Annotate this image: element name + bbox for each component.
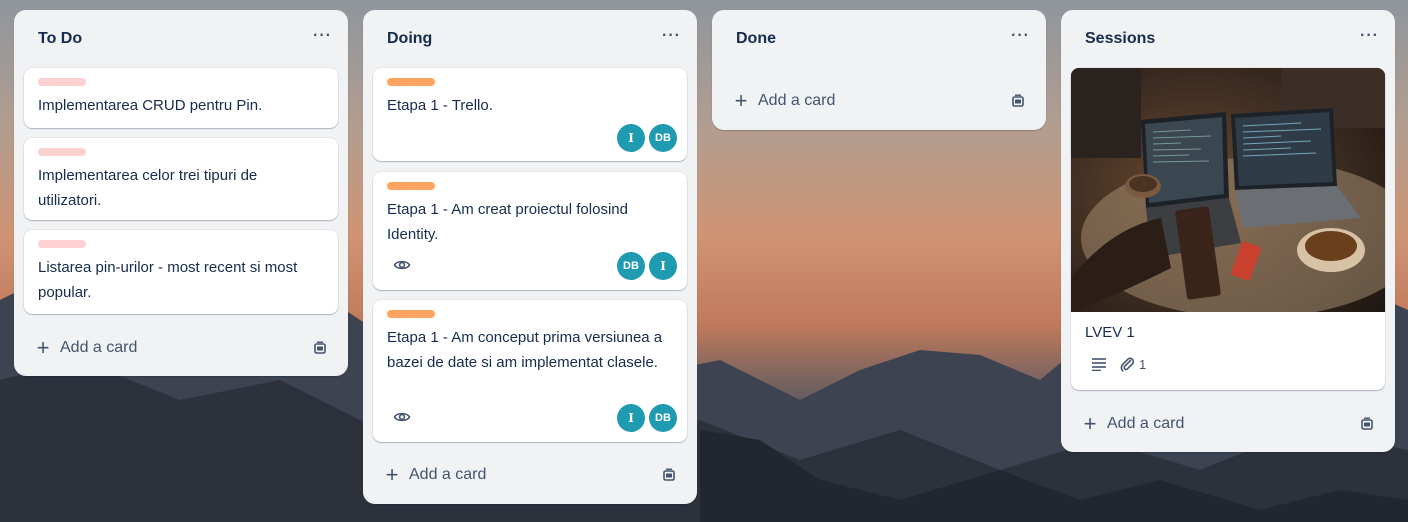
card-badges: 1 [1091,356,1146,372]
add-card-label: Add a card [60,339,138,356]
avatar[interactable]: DB [649,404,677,432]
card-title: Etapa 1 - Am creat proiectul folosind Id… [387,201,628,243]
card-label[interactable] [38,240,86,248]
card-cover-image [1071,68,1385,312]
card-template-icon[interactable] [1359,416,1375,432]
avatar[interactable]: I [617,124,645,152]
card[interactable]: Listarea pin-urilor - most recent si mos… [24,230,338,314]
ellipsis-icon[interactable]: ··· [1011,28,1030,50]
card-template-icon[interactable] [661,467,677,483]
list-done: Done ··· + Add a card [712,10,1046,130]
list-todo: To Do ··· Implementarea CRUD pentru Pin.… [14,10,348,376]
avatar[interactable]: DB [649,124,677,152]
list-title[interactable]: Done [736,30,776,48]
list-header: Doing ··· [363,10,697,68]
eye-icon [393,412,411,422]
add-card-button[interactable]: + Add a card [732,88,836,113]
card[interactable]: Implementarea celor trei tipuri de utili… [24,138,338,220]
attachment-badge: 1 [1119,356,1146,372]
card-label[interactable] [387,78,435,86]
card[interactable]: Etapa 1 - Trello. I DB [373,68,687,161]
card-title: Etapa 1 - Trello. [387,97,493,114]
card-title: Etapa 1 - Am conceput prima versiunea a … [387,329,663,371]
list-doing: Doing ··· Etapa 1 - Trello. I DB Etapa 1… [363,10,697,504]
add-card-row: + Add a card [34,334,328,362]
card-template-icon[interactable] [312,340,328,356]
add-card-button[interactable]: + Add a card [383,462,487,487]
list-title[interactable]: Sessions [1085,30,1155,48]
add-card-button[interactable]: + Add a card [1081,411,1185,436]
card-members: I DB [617,124,677,152]
list-title[interactable]: Doing [387,30,432,48]
ellipsis-icon[interactable]: ··· [313,28,332,50]
card[interactable]: LVEV 1 1 [1071,68,1385,390]
avatar[interactable]: DB [617,252,645,280]
card[interactable]: Etapa 1 - Am creat proiectul folosind Id… [373,172,687,290]
card-label[interactable] [387,182,435,190]
avatar[interactable]: I [617,404,645,432]
plus-icon: + [734,88,748,113]
list-header: Done ··· [712,10,1046,68]
add-card-label: Add a card [409,466,487,483]
plus-icon: + [385,462,399,487]
card-template-icon[interactable] [1010,93,1026,109]
add-card-row: + Add a card [383,461,677,489]
board: To Do ··· Implementarea CRUD pentru Pin.… [0,0,1408,522]
ellipsis-icon[interactable]: ··· [1360,28,1379,50]
card-members: I DB [617,404,677,432]
card-label[interactable] [387,310,435,318]
card[interactable]: Implementarea CRUD pentru Pin. [24,68,338,128]
description-lines-icon [1092,358,1106,371]
list-header: To Do ··· [14,10,348,68]
add-card-button[interactable]: + Add a card [34,335,138,360]
plus-icon: + [1083,411,1097,436]
card-title: Implementarea celor trei tipuri de utili… [38,167,258,209]
plus-icon: + [36,335,50,360]
avatar[interactable]: I [649,252,677,280]
card[interactable]: Etapa 1 - Am conceput prima versiunea a … [373,300,687,442]
card-label[interactable] [38,78,86,86]
eye-icon [393,260,411,270]
card-label[interactable] [38,148,86,156]
add-card-label: Add a card [1107,415,1185,432]
card-title: Listarea pin-urilor - most recent si mos… [38,259,298,301]
paperclip-icon [1120,357,1135,372]
card-title: Implementarea CRUD pentru Pin. [38,97,263,114]
card-members: DB I [617,252,677,280]
add-card-label: Add a card [758,92,836,109]
attachment-count: 1 [1139,356,1147,372]
list-sessions: Sessions ··· LVEV 1 1 + Add a card [1061,10,1395,452]
list-header: Sessions ··· [1061,10,1395,68]
list-title[interactable]: To Do [38,30,82,48]
card-title: LVEV 1 [1085,324,1135,341]
add-card-row: + Add a card [732,87,1026,115]
add-card-row: + Add a card [1081,410,1375,438]
ellipsis-icon[interactable]: ··· [662,28,681,50]
